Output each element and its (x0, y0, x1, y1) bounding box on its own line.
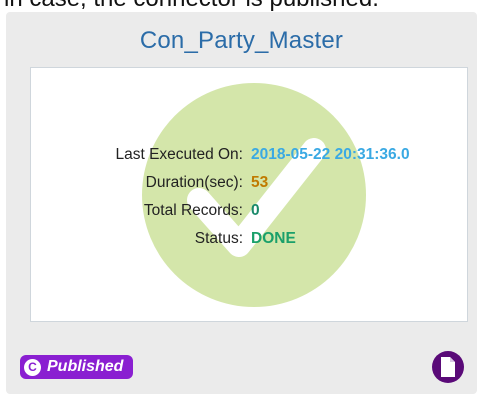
execution-panel: Last Executed On: 2018-05-22 20:31:36.0 … (30, 67, 468, 322)
checkmark-circle-icon (142, 83, 366, 307)
detail-value-status: DONE (251, 230, 296, 247)
document-button[interactable] (432, 351, 464, 383)
detail-label: Last Executed On: (115, 146, 243, 163)
connector-card[interactable]: Con_Party_Master Last Executed On: 2018-… (6, 12, 477, 394)
detail-value-duration: 53 (251, 174, 269, 191)
detail-row-duration: Duration(sec): 53 (31, 171, 467, 195)
detail-label: Duration(sec): (145, 174, 243, 191)
document-icon (441, 357, 455, 377)
detail-value-last-executed: 2018-05-22 20:31:36.0 (251, 146, 410, 163)
connector-title: Con_Party_Master (139, 27, 344, 54)
detail-row-total-records: Total Records: 0 (31, 199, 467, 223)
caption-text: in case, the connector is published. (0, 0, 483, 12)
detail-label: Total Records: (143, 202, 243, 219)
published-badge[interactable]: C Published (20, 355, 134, 379)
detail-value-total-records: 0 (251, 202, 260, 219)
detail-row-last-executed: Last Executed On: 2018-05-22 20:31:36.0 (31, 143, 467, 167)
copyright-icon: C (24, 358, 41, 376)
published-label: Published (47, 358, 124, 375)
detail-label: Status: (194, 230, 243, 247)
detail-row-status: Status: DONE (31, 227, 467, 251)
